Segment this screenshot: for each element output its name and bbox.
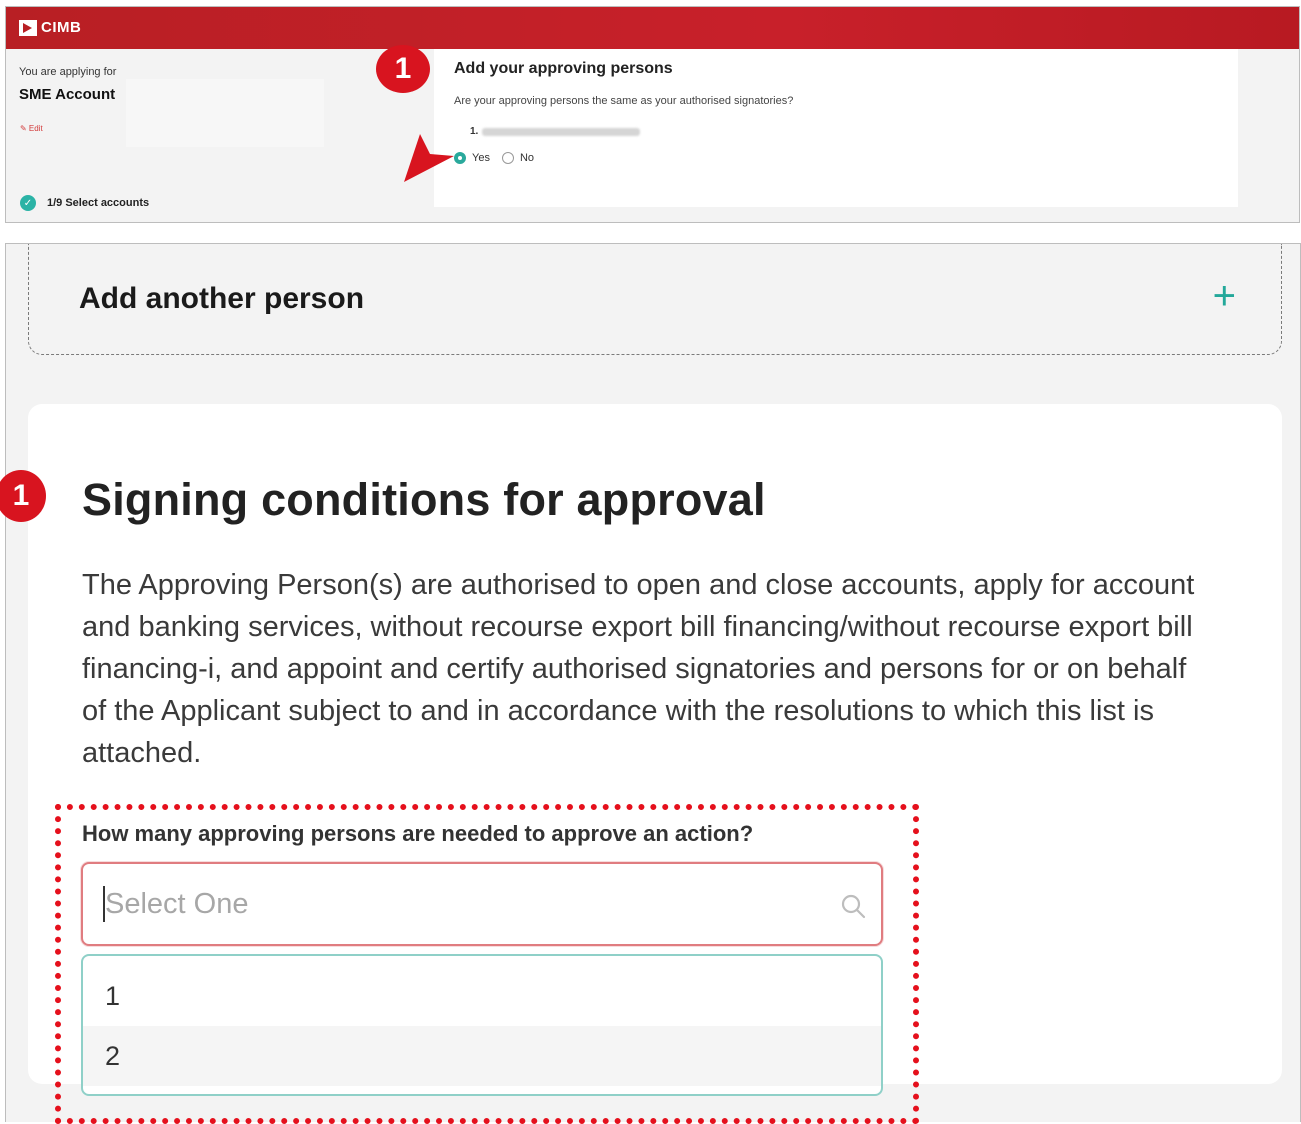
person-number: 1.: [470, 126, 479, 137]
add-another-person-button[interactable]: Add another person +: [28, 244, 1282, 355]
approving-persons-card: Add your approving persons Are your appr…: [434, 49, 1238, 207]
plus-icon[interactable]: +: [1213, 276, 1236, 316]
signing-conditions-body: The Approving Person(s) are authorised t…: [82, 569, 1195, 769]
application-header-panel: CIMB You are applying for SME Account ✎ …: [5, 6, 1300, 223]
approver-count-dropdown: 1 2: [81, 954, 883, 1096]
step-status-text: 1/9 Select accounts: [47, 197, 150, 209]
check-circle-icon: ✓: [20, 195, 36, 211]
approver-count-select[interactable]: Select One: [81, 862, 883, 946]
logo-text: CIMB: [41, 19, 82, 36]
person-name-redacted: [482, 127, 641, 136]
pointer-arrow-icon: [404, 134, 454, 182]
same-as-signatories-radio-group: Yes No: [454, 152, 546, 164]
no-radio-label[interactable]: No: [520, 152, 534, 164]
search-icon: [841, 894, 866, 919]
person-list-item: 1.: [470, 126, 641, 137]
no-radio[interactable]: [501, 152, 514, 164]
dropdown-option-1[interactable]: 1: [83, 966, 881, 1026]
top-bar: CIMB: [6, 7, 1299, 49]
placeholder-panel: [126, 79, 324, 147]
approving-persons-title: Add your approving persons: [454, 60, 673, 77]
edit-link[interactable]: ✎ Edit: [20, 124, 43, 133]
signing-conditions-title: Signing conditions for approval: [82, 474, 766, 525]
add-another-person-label: Add another person: [79, 282, 365, 315]
step-status: ✓ 1/9 Select accounts: [20, 195, 149, 211]
form-section: Add another person + Signing conditions …: [5, 243, 1301, 1124]
applying-for-label: You are applying for: [19, 66, 117, 78]
applying-for-value: SME Account: [19, 86, 116, 103]
cimb-logo-icon: [19, 19, 37, 36]
select-placeholder: Select One: [105, 888, 249, 920]
approver-count-question: How many approving persons are needed to…: [82, 821, 754, 846]
dropdown-option-2[interactable]: 2: [83, 1026, 881, 1086]
approving-persons-question: Are your approving persons the same as y…: [454, 95, 794, 107]
step-callout-badge: 1: [376, 45, 430, 93]
cimb-logo[interactable]: CIMB: [19, 19, 81, 36]
yes-radio-label[interactable]: Yes: [472, 152, 490, 164]
